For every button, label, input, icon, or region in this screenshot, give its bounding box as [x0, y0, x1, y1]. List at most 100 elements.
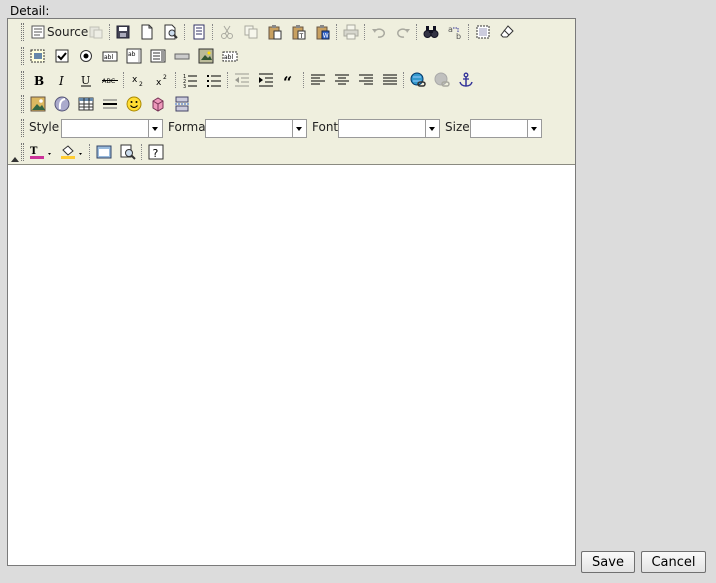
text-field-icon[interactable]: abl	[101, 47, 119, 65]
image-icon[interactable]	[29, 95, 47, 113]
unlink-icon[interactable]	[433, 71, 451, 89]
collapse-toolbar-button[interactable]	[10, 153, 20, 163]
source-icon[interactable]	[29, 23, 47, 41]
detail-label: Detail:	[10, 4, 50, 18]
subscript-icon[interactable]: x2	[129, 71, 147, 89]
toolbar-handle[interactable]	[21, 119, 24, 137]
print-icon[interactable]	[342, 23, 360, 41]
align-right-icon[interactable]	[357, 71, 375, 89]
redo-icon[interactable]	[394, 23, 412, 41]
style-label: Style	[29, 120, 60, 134]
templates-icon[interactable]	[190, 23, 208, 41]
chevron-down-icon[interactable]	[148, 120, 162, 137]
svg-text:x: x	[156, 78, 162, 88]
flash-icon[interactable]	[53, 95, 71, 113]
separator	[364, 24, 365, 40]
justify-icon[interactable]	[381, 71, 399, 89]
editor-content-area[interactable]	[8, 165, 575, 565]
svg-text:T: T	[30, 146, 38, 157]
undo-icon[interactable]	[370, 23, 388, 41]
numbered-list-icon[interactable]: 123	[181, 71, 199, 89]
align-left-icon[interactable]	[309, 71, 327, 89]
editor-toolbar: Source T W a b abl ab abl B I U x 2 x 2 …	[8, 19, 575, 165]
maximize-icon[interactable]	[95, 143, 113, 161]
save-button[interactable]: Save	[581, 551, 635, 573]
cut-icon[interactable]	[218, 23, 236, 41]
copy-icon[interactable]	[242, 23, 260, 41]
chevron-down-icon[interactable]	[292, 120, 306, 137]
horizontal-rule-icon[interactable]	[101, 95, 119, 113]
remove-format-icon[interactable]	[498, 23, 516, 41]
blockquote-icon[interactable]: “	[281, 71, 299, 89]
radio-icon[interactable]	[77, 47, 95, 65]
new-page-icon[interactable]	[138, 23, 156, 41]
save-icon[interactable]	[114, 23, 132, 41]
italic-icon[interactable]: I	[53, 71, 71, 89]
svg-text:x: x	[132, 75, 138, 85]
align-center-icon[interactable]	[333, 71, 351, 89]
toolbar-handle[interactable]	[21, 23, 24, 41]
paste-word-icon[interactable]: W	[314, 23, 332, 41]
text-color-button[interactable]: T	[29, 143, 55, 161]
hidden-field-icon[interactable]: abl	[221, 47, 239, 65]
select-all-icon[interactable]	[474, 23, 492, 41]
select-field-icon[interactable]	[149, 47, 167, 65]
underline-icon[interactable]: U	[77, 71, 95, 89]
svg-text:2: 2	[163, 74, 167, 81]
chevron-down-icon[interactable]	[425, 120, 439, 137]
svg-text:abl: abl	[224, 54, 233, 61]
triangle-up-icon	[11, 157, 19, 162]
preview-icon[interactable]	[162, 23, 180, 41]
separator	[416, 24, 417, 40]
separator	[336, 24, 337, 40]
superscript-icon[interactable]: x2	[153, 71, 171, 89]
page-break-icon[interactable]	[173, 95, 191, 113]
special-char-icon[interactable]	[149, 95, 167, 113]
separator	[227, 72, 228, 88]
svg-text:a: a	[448, 25, 453, 34]
svg-text:W: W	[323, 33, 329, 40]
chevron-down-icon[interactable]	[527, 120, 541, 137]
textarea-icon[interactable]: ab	[125, 47, 143, 65]
source-button[interactable]: Source	[47, 23, 88, 41]
toolbar-handle[interactable]	[21, 71, 24, 89]
style-select[interactable]	[61, 119, 163, 138]
show-blocks-icon[interactable]	[119, 143, 137, 161]
bold-icon[interactable]: B	[29, 71, 47, 89]
font-select[interactable]	[338, 119, 440, 138]
cancel-button[interactable]: Cancel	[641, 551, 706, 573]
background-color-button[interactable]	[60, 143, 86, 161]
size-select[interactable]	[470, 119, 542, 138]
svg-text:B: B	[34, 74, 44, 88]
format-select[interactable]	[205, 119, 307, 138]
separator	[212, 24, 213, 40]
button-icon[interactable]	[173, 47, 191, 65]
help-icon[interactable]: ?	[147, 143, 165, 161]
form-icon[interactable]	[29, 47, 47, 65]
replace-icon[interactable]: ab	[446, 23, 464, 41]
separator	[403, 72, 404, 88]
separator	[141, 144, 142, 160]
doc-props-icon[interactable]	[87, 23, 105, 41]
outdent-icon[interactable]	[233, 71, 251, 89]
indent-icon[interactable]	[257, 71, 275, 89]
checkbox-icon[interactable]	[53, 47, 71, 65]
font-label: Font	[312, 120, 339, 134]
separator	[468, 24, 469, 40]
image-button-icon[interactable]	[197, 47, 215, 65]
svg-text:“: “	[283, 73, 292, 88]
svg-text:ab: ab	[128, 51, 136, 58]
strikethrough-icon[interactable]: ABC	[101, 71, 119, 89]
find-icon[interactable]	[422, 23, 440, 41]
paste-text-icon[interactable]: T	[290, 23, 308, 41]
toolbar-handle[interactable]	[21, 95, 24, 113]
separator	[123, 72, 124, 88]
toolbar-handle[interactable]	[21, 47, 24, 65]
bulleted-list-icon[interactable]	[205, 71, 223, 89]
smiley-icon[interactable]	[125, 95, 143, 113]
paste-icon[interactable]	[266, 23, 284, 41]
anchor-icon[interactable]	[457, 71, 475, 89]
link-icon[interactable]	[409, 71, 427, 89]
table-icon[interactable]	[77, 95, 95, 113]
toolbar-handle[interactable]	[21, 143, 24, 161]
